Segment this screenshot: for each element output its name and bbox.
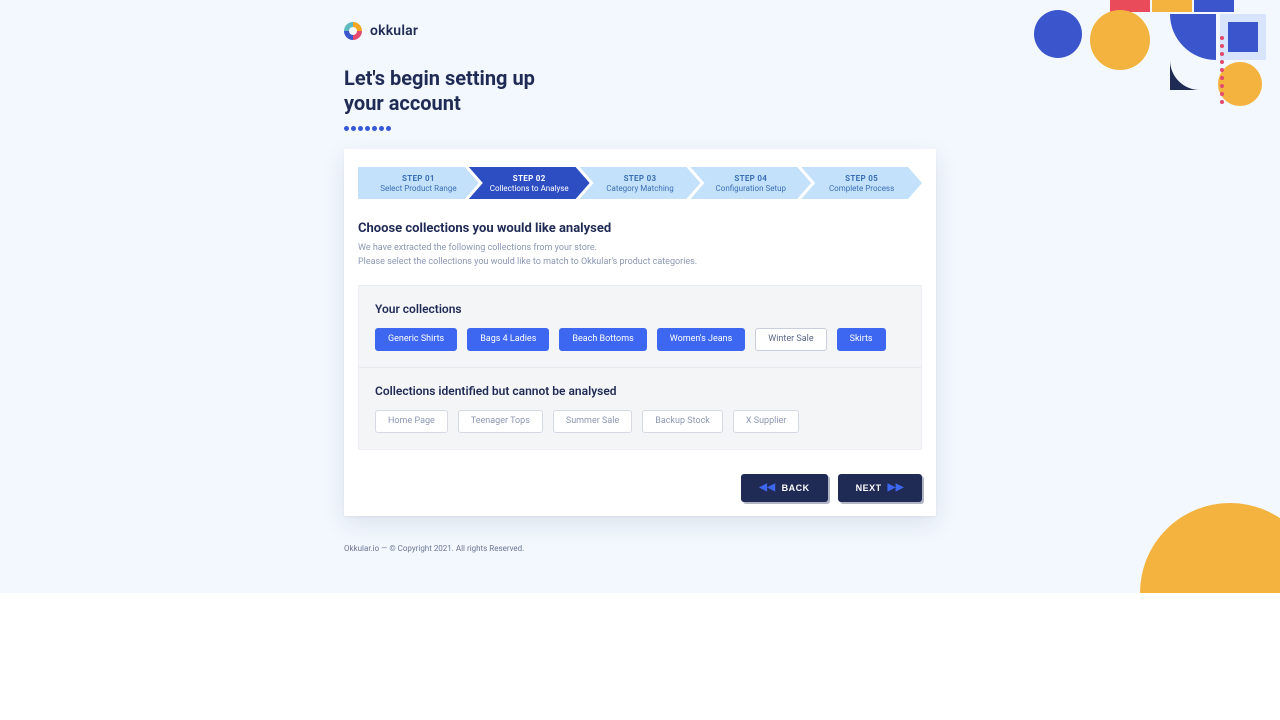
back-label: BACK <box>782 483 810 493</box>
back-button[interactable]: ◀◀ BACK <box>741 474 827 502</box>
step-number: STEP 03 <box>580 174 701 183</box>
step-3[interactable]: STEP 03 Category Matching <box>580 167 701 199</box>
collection-chip[interactable]: Bags 4 Ladies <box>467 328 549 351</box>
blocked-collections-title: Collections identified but cannot be ana… <box>375 384 905 398</box>
brand-logo: okkular <box>344 22 936 40</box>
page-title: Let's begin setting up your account <box>344 66 564 116</box>
blocked-chip: Teenager Tops <box>458 410 543 433</box>
step-number: STEP 04 <box>690 174 811 183</box>
footer-copyright: Okkular.io — © Copyright 2021. All right… <box>344 544 936 553</box>
collection-chip[interactable]: Generic Shirts <box>375 328 457 351</box>
decorative-quarter-circle <box>1140 503 1280 593</box>
arrow-left-icon: ◀◀ <box>759 483 775 493</box>
collections-panel: Your collections Generic Shirts Bags 4 L… <box>358 285 922 450</box>
collection-chip[interactable]: Winter Sale <box>755 328 826 351</box>
next-button[interactable]: NEXT ▶▶ <box>838 474 922 502</box>
step-label: Complete Process <box>801 184 922 193</box>
collection-chip[interactable]: Skirts <box>837 328 886 351</box>
collection-chip[interactable]: Women's Jeans <box>657 328 746 351</box>
brand-mark-icon <box>344 22 362 40</box>
section-heading: Choose collections you would like analys… <box>358 221 922 236</box>
step-1[interactable]: STEP 01 Select Product Range <box>358 167 479 199</box>
collection-chip[interactable]: Beach Bottoms <box>559 328 646 351</box>
setup-card: STEP 01 Select Product Range STEP 02 Col… <box>344 149 936 516</box>
step-label: Configuration Setup <box>690 184 811 193</box>
heading-underline-dots <box>344 126 936 131</box>
brand-name: okkular <box>370 23 418 39</box>
step-label: Category Matching <box>580 184 701 193</box>
step-number: STEP 01 <box>358 174 479 183</box>
your-collections-list: Generic Shirts Bags 4 Ladies Beach Botto… <box>375 328 905 351</box>
next-label: NEXT <box>856 483 882 493</box>
step-number: STEP 02 <box>469 174 590 183</box>
arrow-right-icon: ▶▶ <box>888 483 904 493</box>
step-4[interactable]: STEP 04 Configuration Setup <box>690 167 811 199</box>
your-collections-title: Your collections <box>375 302 905 316</box>
blocked-chip: Home Page <box>375 410 448 433</box>
blocked-chip: Summer Sale <box>553 410 632 433</box>
step-label: Collections to Analyse <box>469 184 590 193</box>
step-label: Select Product Range <box>358 184 479 193</box>
stepper: STEP 01 Select Product Range STEP 02 Col… <box>344 167 936 199</box>
wizard-actions: ◀◀ BACK NEXT ▶▶ <box>344 450 936 502</box>
step-number: STEP 05 <box>801 174 922 183</box>
decorative-dots <box>1220 36 1224 104</box>
blocked-chip: Backup Stock <box>642 410 723 433</box>
section-subtext: We have extracted the following collecti… <box>358 242 922 269</box>
step-2[interactable]: STEP 02 Collections to Analyse <box>469 167 590 199</box>
blocked-chip: X Supplier <box>733 410 800 433</box>
step-5[interactable]: STEP 05 Complete Process <box>801 167 922 199</box>
decorative-art <box>970 0 1280 150</box>
blocked-collections-list: Home Page Teenager Tops Summer Sale Back… <box>375 410 905 433</box>
